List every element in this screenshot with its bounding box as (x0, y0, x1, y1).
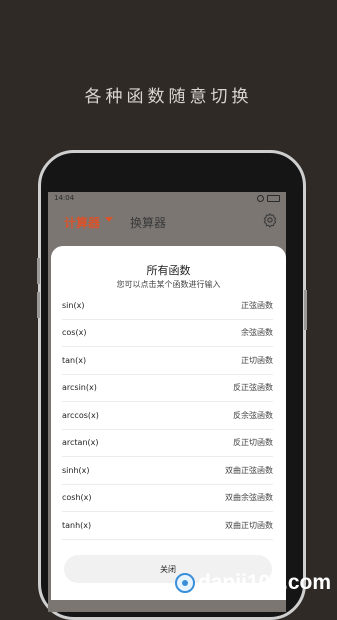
function-list: sin(x) 正弦函数 cos(x) 余弦函数 tan(x) 正切函数 arcsin(… (62, 292, 273, 540)
function-item[interactable]: cos(x) 余弦函数 (62, 320, 273, 347)
function-item[interactable]: sinh(x) 双曲正弦函数 (62, 457, 273, 485)
phone-side-button (37, 258, 40, 284)
status-time: 14:04 (54, 194, 75, 202)
watermark-text: danji100.com (197, 571, 331, 594)
function-item[interactable]: arctan(x) 反正切函数 (62, 430, 273, 457)
function-name: arctan(x) (62, 438, 99, 448)
tab-converter[interactable]: 换算器 (130, 214, 166, 231)
function-item[interactable]: tan(x) 正切函数 (62, 347, 273, 375)
function-name: sinh(x) (62, 465, 90, 475)
function-item[interactable]: cosh(x) 双曲余弦函数 (62, 485, 273, 512)
function-name: cosh(x) (62, 493, 92, 503)
phone-side-button (304, 290, 307, 330)
gear-icon[interactable] (262, 212, 278, 228)
alarm-icon (257, 194, 264, 202)
function-name: tanh(x) (62, 520, 92, 530)
function-description: 反正弦函数 (233, 383, 273, 393)
function-description: 双曲正弦函数 (225, 465, 273, 475)
function-name: arcsin(x) (62, 383, 97, 393)
function-item[interactable]: tanh(x) 双曲正切函数 (62, 512, 273, 540)
phone-side-button (37, 292, 40, 318)
function-item[interactable]: arcsin(x) 反正弦函数 (62, 375, 273, 402)
functions-dialog: 所有函数 您可以点击某个函数进行输入 sin(x) 正弦函数 cos(x) 余弦函数… (51, 246, 286, 600)
function-name: cos(x) (62, 328, 87, 338)
function-description: 正弦函数 (241, 300, 273, 310)
watermark-logo-icon (174, 573, 195, 593)
function-name: tan(x) (62, 355, 87, 365)
function-description: 正切函数 (241, 355, 273, 365)
watermark: danji100.com (174, 570, 331, 596)
function-description: 双曲正切函数 (225, 520, 273, 530)
function-description: 反正切函数 (233, 438, 273, 448)
dialog-subtitle: 您可以点击某个函数进行输入 (116, 280, 221, 289)
app-bar: 计算器 换算器 (48, 204, 286, 244)
function-name: arccos(x) (62, 410, 99, 420)
dialog-title: 所有函数 (146, 264, 191, 277)
chevron-down-icon[interactable] (105, 217, 113, 222)
status-bar: 14:04 (48, 192, 286, 204)
promo-tagline: 各种函数随意切换 (84, 87, 253, 107)
function-item[interactable]: arccos(x) 反余弦函数 (62, 402, 273, 430)
function-description: 余弦函数 (241, 328, 273, 338)
function-name: sin(x) (62, 300, 85, 310)
battery-icon (267, 194, 280, 202)
function-description: 双曲余弦函数 (225, 493, 273, 503)
function-description: 反余弦函数 (233, 410, 273, 420)
function-item[interactable]: sin(x) 正弦函数 (62, 292, 273, 320)
status-icons (257, 194, 280, 202)
tab-calculator[interactable]: 计算器 (64, 214, 100, 231)
